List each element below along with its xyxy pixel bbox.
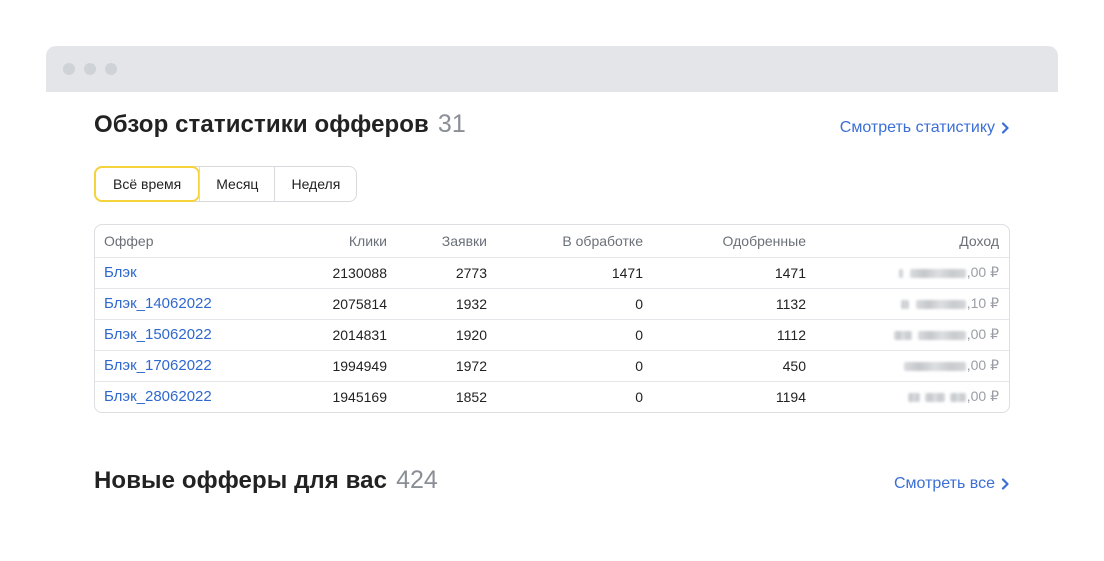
cell-approved: 1471 — [651, 257, 814, 289]
view-stats-link[interactable]: Смотреть статистику — [840, 119, 1010, 137]
cell-requests: 2773 — [395, 257, 495, 289]
table-row: Блэк_14062022 2075814 1932 0 1132 ,10 ₽ — [95, 288, 1009, 320]
redacted-income — [924, 393, 945, 403]
income-suffix: ,00 ₽ — [966, 326, 999, 342]
tab-month[interactable]: Месяц — [199, 167, 274, 201]
cell-clicks: 2075814 — [275, 288, 395, 320]
cell-approved: 1112 — [651, 319, 814, 351]
cell-offer: Блэк_14062022 — [95, 288, 275, 320]
offer-link[interactable]: Блэк_28062022 — [104, 388, 212, 405]
income-suffix: ,10 ₽ — [966, 295, 999, 311]
redacted-income — [898, 268, 903, 278]
new-offers-title-group: Новые офферы для вас 424 — [94, 466, 438, 495]
cell-offer: Блэк — [95, 257, 275, 289]
new-offers-title: Новые офферы для вас — [94, 467, 388, 494]
new-offers-section-header: Новые офферы для вас 424 Смотреть все — [94, 466, 1010, 495]
col-requests[interactable]: Заявки — [395, 225, 495, 258]
col-income[interactable]: Доход — [814, 225, 1009, 258]
offers-stats-table: Оффер Клики Заявки В обработке Одобренны… — [94, 224, 1010, 413]
offer-link[interactable]: Блэк_17062022 — [104, 357, 212, 374]
stats-count: 31 — [437, 110, 466, 138]
tab-week[interactable]: Неделя — [274, 167, 356, 201]
window-dot-minimize[interactable] — [84, 63, 96, 75]
col-offer[interactable]: Оффер — [95, 225, 275, 258]
redacted-income — [909, 268, 966, 278]
offer-link[interactable]: Блэк_15062022 — [104, 326, 212, 343]
cell-income: ,00 ₽ — [814, 350, 1009, 382]
cell-clicks: 1945169 — [332, 388, 387, 405]
cell-requests: 1852 — [455, 388, 487, 405]
period-tabs: Всё время Месяц Неделя — [94, 166, 358, 202]
cell-offer: Блэк_15062022 — [95, 319, 275, 351]
stats-title: Обзор статистики офферов — [94, 111, 429, 138]
cell-approved: 1132 — [651, 288, 814, 320]
redacted-income — [893, 330, 912, 340]
cell-processing: 0 — [495, 350, 651, 382]
new-offers-count: 424 — [396, 466, 438, 494]
view-stats-link-label: Смотреть статистику — [839, 119, 995, 136]
window-titlebar — [46, 46, 1058, 92]
cell-processing: 0 — [495, 288, 651, 320]
cell-processing: 1471 — [495, 257, 651, 289]
chevron-right-icon — [1001, 122, 1009, 134]
income-suffix: ,00 ₽ — [966, 388, 999, 405]
stats-section-header: Обзор статистики офферов 31 Смотреть ста… — [94, 110, 1010, 139]
view-all-link[interactable]: Смотреть все — [894, 475, 1010, 493]
redacted-income — [915, 299, 966, 309]
cell-income: ,10 ₽ — [814, 288, 1009, 320]
browser-window: Обзор статистики офферов 31 Смотреть ста… — [46, 46, 1058, 561]
tab-all-time[interactable]: Всё время — [94, 166, 201, 202]
redacted-income — [900, 299, 909, 309]
income-suffix: ,00 ₽ — [966, 264, 999, 280]
redacted-income — [903, 361, 966, 371]
cell-requests: 1972 — [395, 350, 495, 382]
cell-offer: Блэк_28062022 — [95, 381, 275, 412]
view-all-link-label: Смотреть все — [893, 475, 995, 492]
chevron-right-icon — [1001, 478, 1009, 490]
cell-requests: 1932 — [395, 288, 495, 320]
col-approved[interactable]: Одобренные — [651, 225, 814, 258]
cell-approved: 450 — [651, 350, 814, 382]
redacted-income — [917, 330, 966, 340]
cell-requests: 1920 — [395, 319, 495, 351]
cell-income: ,00 ₽ — [814, 257, 1009, 289]
offer-link[interactable]: Блэк — [104, 264, 137, 281]
cell-clicks: 1994949 — [275, 350, 395, 382]
cell-offer: Блэк_17062022 — [95, 350, 275, 382]
col-clicks[interactable]: Клики — [275, 225, 395, 258]
window-dot-close[interactable] — [63, 63, 75, 75]
cell-income: ,00 ₽ — [814, 381, 1009, 412]
col-processing[interactable]: В обработке — [495, 225, 651, 258]
stats-title-group: Обзор статистики офферов 31 — [94, 110, 466, 139]
cell-processing: 0 — [635, 388, 643, 405]
cell-clicks: 2130088 — [275, 257, 395, 289]
income-suffix: ,00 ₽ — [966, 357, 999, 373]
cell-approved: 1194 — [775, 388, 806, 405]
cell-income: ,00 ₽ — [814, 319, 1009, 351]
table-row: Блэк_15062022 2014831 1920 0 1112 ,00 ₽ — [95, 319, 1009, 351]
offer-link[interactable]: Блэк_14062022 — [104, 295, 212, 312]
table-row: Блэк_28062022 1945169 1852 0 1194 ,00 ₽ — [95, 381, 1009, 412]
cell-processing: 0 — [495, 319, 651, 351]
redacted-income — [949, 393, 966, 403]
table-row: Блэк 2130088 2773 1471 1471 ,00 ₽ — [95, 257, 1009, 289]
table-row: Блэк_17062022 1994949 1972 0 450 ,00 ₽ — [95, 350, 1009, 382]
cell-clicks: 2014831 — [275, 319, 395, 351]
table-header-row: Оффер Клики Заявки В обработке Одобренны… — [95, 225, 1009, 258]
window-dot-maximize[interactable] — [105, 63, 117, 75]
redacted-income — [907, 393, 920, 403]
